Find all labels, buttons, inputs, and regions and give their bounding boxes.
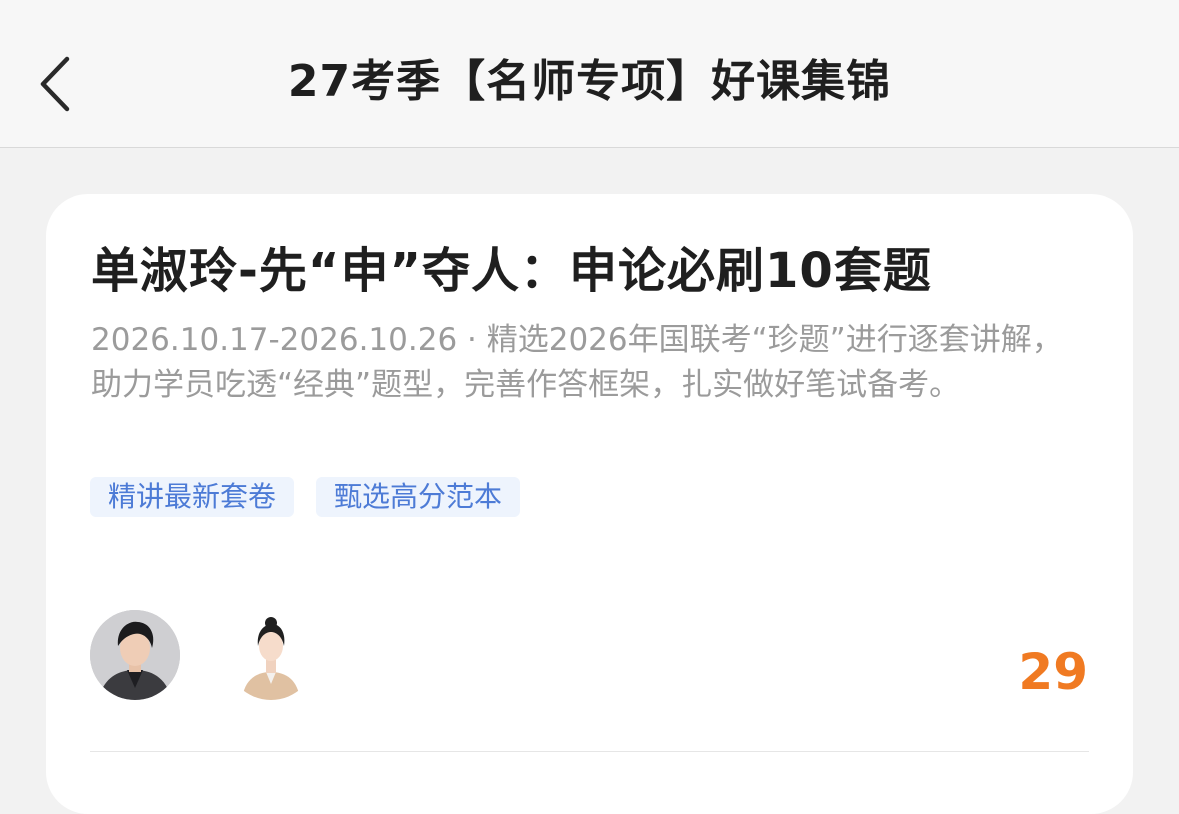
content-area: 单淑玲-先“申”夺人：申论必刷10套题 2026.10.17-2026.10.2… [0, 149, 1179, 814]
teacher-portrait-image [90, 610, 180, 700]
tag-badge: 精讲最新套卷 [90, 477, 295, 517]
course-count: 29 [1018, 643, 1088, 701]
teacher-avatar[interactable] [90, 610, 180, 700]
page-title: 27考季【名师专项】好课集锦 [287, 56, 892, 107]
tag-badge: 甄选高分范本 [316, 477, 521, 517]
course-title: 单淑玲-先“申”夺人：申论必刷10套题 [91, 243, 932, 299]
tag-list: 精讲最新套卷 甄选高分范本 [90, 477, 521, 517]
teacher-avatar[interactable] [226, 610, 316, 700]
course-description: 2026.10.17-2026.10.26 · 精选2026年国联考“珍题”进行… [91, 322, 1063, 403]
navigation-bar: 27考季【名师专项】好课集锦 [0, 0, 1179, 148]
card-divider [90, 751, 1089, 752]
teacher-portrait-image [226, 610, 316, 700]
course-card[interactable]: 单淑玲-先“申”夺人：申论必刷10套题 2026.10.17-2026.10.2… [46, 194, 1133, 814]
